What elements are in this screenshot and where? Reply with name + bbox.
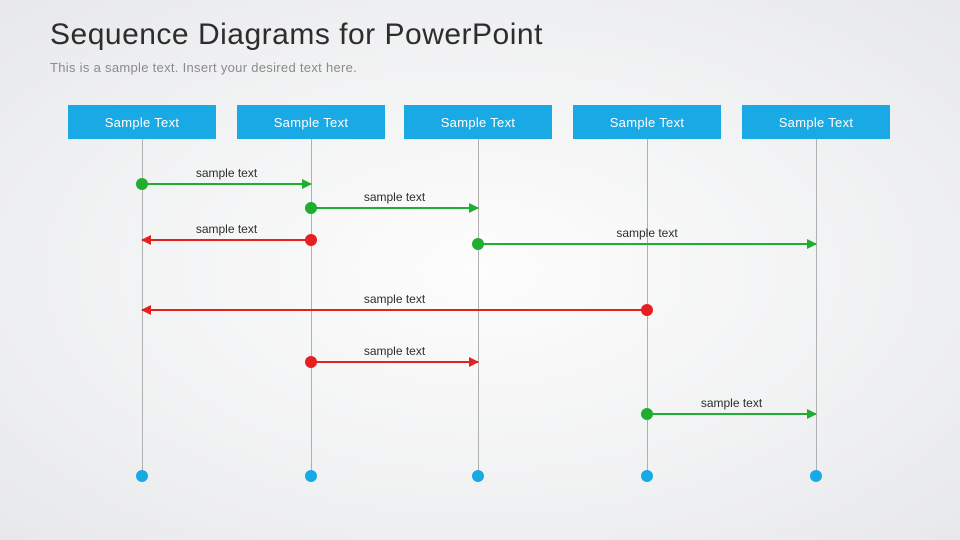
arrow-line: [142, 309, 647, 311]
lifeline-end-dot: [136, 470, 148, 482]
lane-header: Sample Text: [404, 105, 552, 139]
lifeline-end-dot: [641, 470, 653, 482]
message-label: sample text: [647, 396, 816, 410]
message-label: sample text: [311, 190, 478, 204]
arrow-right-icon: [302, 179, 312, 189]
arrow-line: [311, 207, 478, 209]
arrow-right-icon: [469, 357, 479, 367]
lifeline-end-dot: [810, 470, 822, 482]
lane-header: Sample Text: [742, 105, 890, 139]
page-subtitle: This is a sample text. Insert your desir…: [50, 60, 357, 75]
arrow-line: [478, 243, 816, 245]
lifeline: [816, 139, 817, 479]
message-label: sample text: [142, 292, 647, 306]
arrow-left-icon: [141, 235, 151, 245]
arrow-right-icon: [469, 203, 479, 213]
message-label: sample text: [311, 344, 478, 358]
arrow-left-icon: [141, 305, 151, 315]
message-label: sample text: [142, 222, 311, 236]
arrow-line: [311, 361, 478, 363]
lifeline-end-dot: [305, 470, 317, 482]
message-label: sample text: [142, 166, 311, 180]
lane-header: Sample Text: [573, 105, 721, 139]
arrow-line: [142, 239, 311, 241]
lane-header: Sample Text: [237, 105, 385, 139]
message-label: sample text: [478, 226, 816, 240]
arrow-right-icon: [807, 239, 817, 249]
arrow-line: [647, 413, 816, 415]
arrow-right-icon: [807, 409, 817, 419]
lifeline-end-dot: [472, 470, 484, 482]
arrow-line: [142, 183, 311, 185]
lane-header: Sample Text: [68, 105, 216, 139]
page-title: Sequence Diagrams for PowerPoint: [50, 18, 543, 52]
